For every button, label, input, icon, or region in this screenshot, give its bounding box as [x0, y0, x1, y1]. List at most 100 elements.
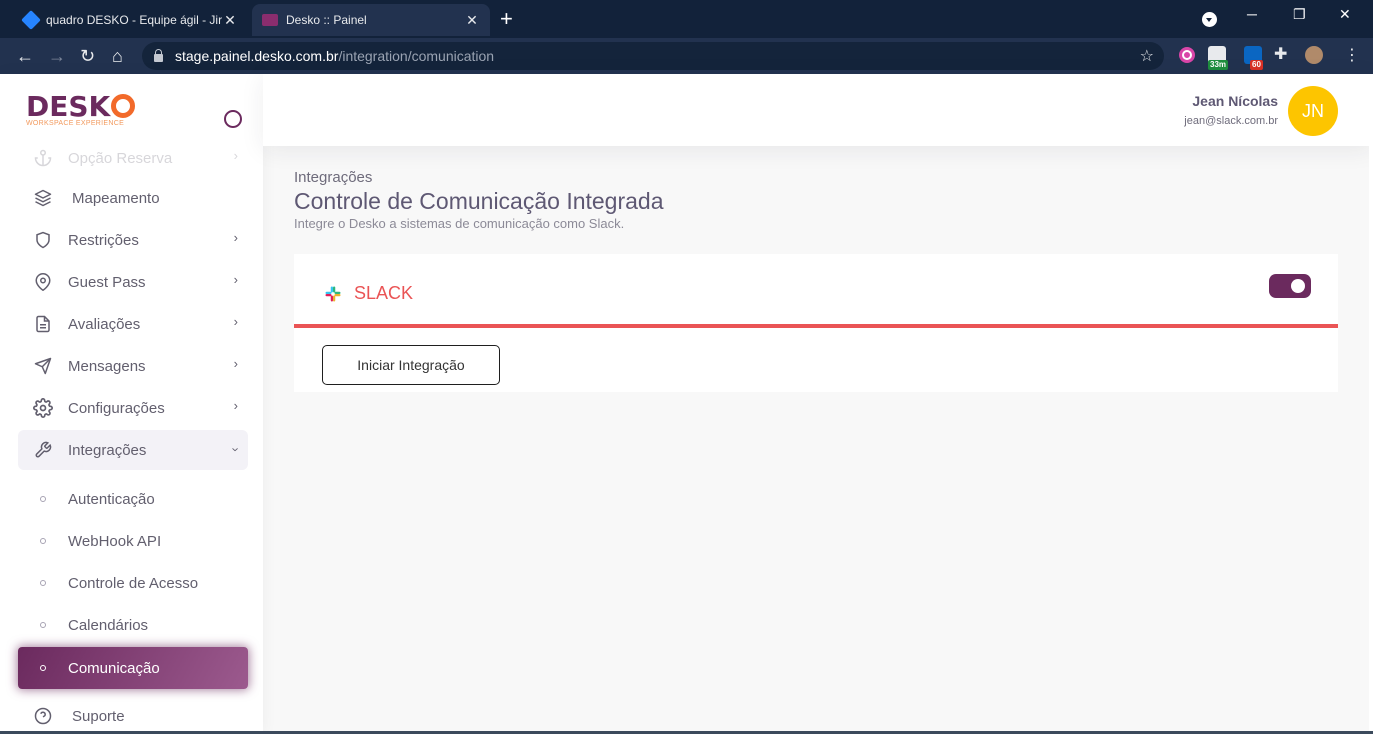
- circle-bullet-icon: [40, 496, 46, 502]
- forward-arrow-icon[interactable]: →: [48, 44, 66, 68]
- sidebar-subitem-webhook-api[interactable]: WebHook API: [18, 520, 248, 562]
- circle-bullet-icon: [40, 622, 46, 628]
- sidebar-subitem-label: Controle de Acesso: [68, 574, 199, 592]
- new-tab-button[interactable]: +: [500, 8, 513, 30]
- sidebar-item-label: Configurações: [68, 399, 165, 417]
- sidebar-item-label: Avaliações: [68, 315, 141, 333]
- sidebar-item-label: Mensagens: [68, 357, 146, 375]
- sidebar-subitem-autenticacao[interactable]: Autenticação: [18, 478, 248, 520]
- jira-favicon-icon: [21, 10, 41, 30]
- circle-bullet-icon: [40, 580, 46, 586]
- browser-tab-jira[interactable]: quadro DESKO - Equipe ágil - Jira ✕: [14, 4, 248, 36]
- browser-toolbar: ← → ↻ ⌂ stage.painel.desko.com.br /integ…: [0, 38, 1373, 74]
- chevron-right-icon: ›: [233, 398, 238, 413]
- anchor-icon: [32, 147, 54, 169]
- sidebar-item-guest-pass[interactable]: Guest Pass ›: [18, 262, 248, 302]
- sidebar-item-label: Mapeamento: [72, 189, 160, 207]
- layers-icon: [32, 187, 54, 209]
- tab-title: quadro DESKO - Equipe ágil - Jira: [46, 13, 222, 27]
- sidebar-subitem-label: WebHook API: [68, 532, 162, 550]
- calendar-extension-icon[interactable]: 33m: [1208, 46, 1229, 70]
- logo-text: DESK: [26, 90, 111, 123]
- puzzle-extensions-icon[interactable]: ✚: [1274, 43, 1287, 67]
- circle-power-extension-icon[interactable]: [1178, 46, 1196, 64]
- sidebar: DESK WORKSPACE EXPERIENCE Opção Reserva …: [0, 74, 263, 734]
- chevron-right-icon: ›: [233, 230, 238, 245]
- user-email: jean@slack.com.br: [1184, 115, 1278, 127]
- chevron-down-icon: ›: [228, 447, 244, 452]
- slack-integration-card: SLACK Iniciar Integração: [294, 254, 1338, 392]
- top-header: Jean Nícolas jean@slack.com.br JN: [263, 74, 1373, 146]
- sidebar-subitem-label: Calendários: [68, 616, 149, 634]
- browser-tab-desko[interactable]: Desko :: Painel ✕: [252, 4, 490, 36]
- tab-close-icon[interactable]: ✕: [464, 12, 480, 29]
- avatar[interactable]: JN: [1288, 86, 1338, 136]
- sidebar-subitem-label: Autenticação: [68, 490, 155, 508]
- card-title: SLACK: [354, 283, 414, 303]
- extension-badge: 60: [1250, 60, 1263, 70]
- linkedin-extension-icon[interactable]: 60: [1244, 46, 1263, 70]
- tab-search-dropdown-icon[interactable]: [1202, 12, 1217, 27]
- profile-avatar[interactable]: [1305, 46, 1323, 64]
- bookmark-star-icon[interactable]: ☆: [1140, 46, 1154, 66]
- page-title: Controle de Comunicação Integrada: [294, 188, 664, 214]
- restore-button[interactable]: ❐: [1293, 6, 1306, 23]
- logo-subtitle: WORKSPACE EXPERIENCE: [26, 120, 125, 127]
- sidebar-item-label: Restrições: [68, 231, 139, 249]
- slack-logo-icon: [325, 286, 341, 302]
- shield-icon: [32, 229, 54, 251]
- kebab-menu-icon[interactable]: ⋮: [1344, 44, 1360, 68]
- url-host: stage.painel.desko.com.br: [175, 48, 339, 64]
- browser-tab-bar: quadro DESKO - Equipe ágil - Jira ✕ Desk…: [0, 0, 1373, 38]
- home-icon[interactable]: ⌂: [112, 44, 123, 68]
- scrollbar-track: [1369, 74, 1373, 734]
- sidebar-subitem-comunicacao[interactable]: Comunicação: [18, 647, 248, 689]
- send-icon: [32, 355, 54, 377]
- chevron-right-icon: ›: [233, 314, 238, 329]
- sidebar-item-restricoes[interactable]: Restrições ›: [18, 220, 248, 260]
- sidebar-item-label: Suporte: [72, 707, 125, 725]
- page-subtitle: Integre o Desko a sistemas de comunicaçã…: [294, 216, 625, 231]
- logo-o-mark: [111, 94, 136, 118]
- url-path: /integration/comunication: [338, 48, 495, 64]
- address-bar[interactable]: stage.painel.desko.com.br /integration/c…: [142, 42, 1164, 70]
- back-arrow-icon[interactable]: ←: [16, 44, 34, 68]
- sidebar-item-opcao-reserva[interactable]: Opção Reserva ›: [18, 138, 248, 178]
- tool-icon: [32, 439, 54, 461]
- reload-icon[interactable]: ↻: [80, 44, 95, 68]
- extension-badge: 33m: [1208, 60, 1229, 70]
- desko-favicon-icon: [262, 14, 278, 26]
- card-header: SLACK: [294, 254, 1338, 328]
- lock-icon: [154, 48, 163, 62]
- close-window-button[interactable]: ✕: [1339, 6, 1351, 23]
- sidebar-item-label: Guest Pass: [68, 273, 146, 291]
- chevron-right-icon: ›: [233, 148, 238, 163]
- sidebar-item-configuracoes[interactable]: Configurações ›: [18, 388, 248, 428]
- sidebar-item-avaliacoes[interactable]: Avaliações ›: [18, 304, 248, 344]
- tab-close-icon[interactable]: ✕: [222, 12, 238, 29]
- sidebar-item-integracoes[interactable]: Integrações ›: [18, 430, 248, 470]
- sidebar-subitem-calendarios[interactable]: Calendários: [18, 604, 248, 646]
- sidebar-item-suporte[interactable]: Suporte: [18, 696, 248, 734]
- desko-logo[interactable]: DESK WORKSPACE EXPERIENCE: [26, 90, 136, 127]
- tab-title: Desko :: Painel: [286, 13, 367, 27]
- slack-enable-toggle[interactable]: [1269, 274, 1311, 298]
- sidebar-subitem-controle-de-acesso[interactable]: Controle de Acesso: [18, 562, 248, 604]
- minimize-button[interactable]: ─: [1247, 6, 1257, 22]
- sidebar-subitem-label: Comunicação: [68, 659, 160, 677]
- sidebar-item-label: Integrações: [68, 441, 147, 459]
- sidebar-collapse-toggle[interactable]: [224, 110, 242, 128]
- help-circle-icon: [32, 705, 54, 727]
- circle-bullet-icon: [40, 665, 46, 671]
- chevron-right-icon: ›: [233, 272, 238, 287]
- sidebar-item-mapeamento[interactable]: Mapeamento: [18, 178, 248, 218]
- sidebar-item-mensagens[interactable]: Mensagens ›: [18, 346, 248, 386]
- chevron-right-icon: ›: [233, 356, 238, 371]
- user-name[interactable]: Jean Nícolas: [1192, 93, 1278, 109]
- file-text-icon: [32, 313, 54, 335]
- map-pin-icon: [32, 271, 54, 293]
- start-integration-button[interactable]: Iniciar Integração: [322, 345, 500, 385]
- breadcrumb: Integrações: [294, 169, 373, 186]
- sidebar-item-label: Opção Reserva: [68, 149, 173, 167]
- settings-icon: [32, 397, 54, 419]
